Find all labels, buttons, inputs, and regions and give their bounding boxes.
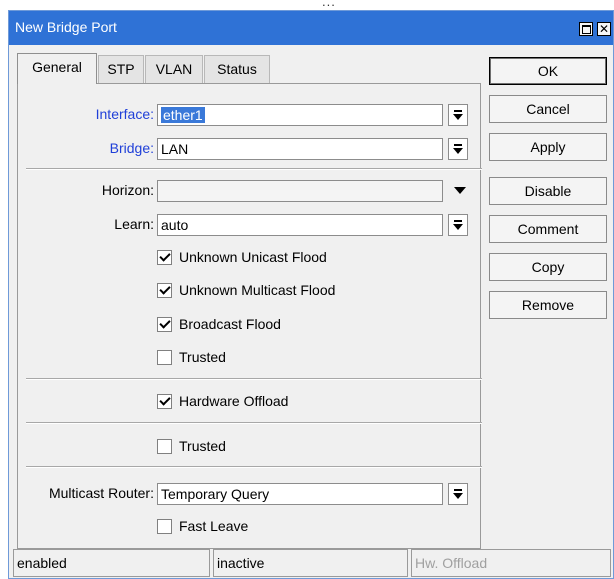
learn-dropdown-icon[interactable] <box>448 214 468 236</box>
checkbox-icon[interactable] <box>157 439 172 454</box>
checkbox-icon[interactable] <box>157 350 172 365</box>
close-icon[interactable]: ✕ <box>597 22 611 36</box>
comment-button[interactable]: Comment <box>489 215 607 243</box>
separator <box>26 466 482 468</box>
window-title: New Bridge Port <box>15 19 117 35</box>
learn-field[interactable]: auto <box>157 214 443 236</box>
separator <box>26 168 482 170</box>
title-bar[interactable]: New Bridge Port ✕ <box>9 11 613 45</box>
status-state: inactive <box>213 549 408 577</box>
status-enabled: enabled <box>13 549 210 577</box>
tab-vlan[interactable]: VLAN <box>145 55 203 83</box>
learn-label: Learn: <box>114 216 154 232</box>
maximize-icon[interactable] <box>579 22 593 36</box>
checkbox-icon[interactable] <box>157 394 172 409</box>
checkbox-label: Broadcast Flood <box>179 316 281 332</box>
checkbox-label: Unknown Unicast Flood <box>179 249 327 265</box>
status-bar: enabled inactive Hw. Offload <box>13 549 611 577</box>
separator <box>26 422 482 424</box>
multicast-router-field[interactable]: Temporary Query <box>157 483 443 505</box>
checkbox-label: Trusted <box>179 349 226 365</box>
checkbox-label: Unknown Multicast Flood <box>179 282 336 298</box>
multicast-router-dropdown-icon[interactable] <box>448 483 468 505</box>
horizon-field[interactable] <box>157 180 443 202</box>
checkbox-label: Trusted <box>179 438 226 454</box>
apply-button[interactable]: Apply <box>489 133 607 161</box>
interface-value: ether1 <box>161 107 205 123</box>
horizon-label: Horizon: <box>101 182 154 198</box>
checkbox-label: Hardware Offload <box>179 393 289 409</box>
general-panel: Interface: ether1 Bridge: LAN Horizon: L… <box>17 83 482 549</box>
checkbox-icon[interactable] <box>157 283 172 298</box>
interface-field[interactable]: ether1 <box>157 104 443 126</box>
copy-button[interactable]: Copy <box>489 253 607 281</box>
checkbox-label: Fast Leave <box>179 518 249 534</box>
ok-button[interactable]: OK <box>489 57 607 85</box>
remove-button[interactable]: Remove <box>489 291 607 319</box>
horizon-dropdown-icon[interactable] <box>450 180 470 202</box>
new-bridge-port-window: New Bridge Port ✕ General STP VLAN Statu… <box>8 10 614 579</box>
tab-general[interactable]: General <box>17 53 97 84</box>
disable-button[interactable]: Disable <box>489 177 607 205</box>
interface-label: Interface: <box>95 106 154 122</box>
cancel-button[interactable]: Cancel <box>489 95 607 123</box>
checkbox-icon[interactable] <box>157 250 172 265</box>
interface-dropdown-icon[interactable] <box>448 104 468 126</box>
bridge-dropdown-icon[interactable] <box>448 138 468 160</box>
tab-stp[interactable]: STP <box>98 55 144 83</box>
bridge-label: Bridge: <box>109 140 154 156</box>
status-hw-offload: Hw. Offload <box>411 549 611 577</box>
background-text: ... <box>322 0 336 9</box>
multicast-router-label: Multicast Router: <box>48 485 154 501</box>
tab-status[interactable]: Status <box>204 55 270 83</box>
checkbox-icon[interactable] <box>157 317 172 332</box>
separator <box>26 378 482 380</box>
checkbox-icon[interactable] <box>157 519 172 534</box>
bridge-field[interactable]: LAN <box>157 138 443 160</box>
